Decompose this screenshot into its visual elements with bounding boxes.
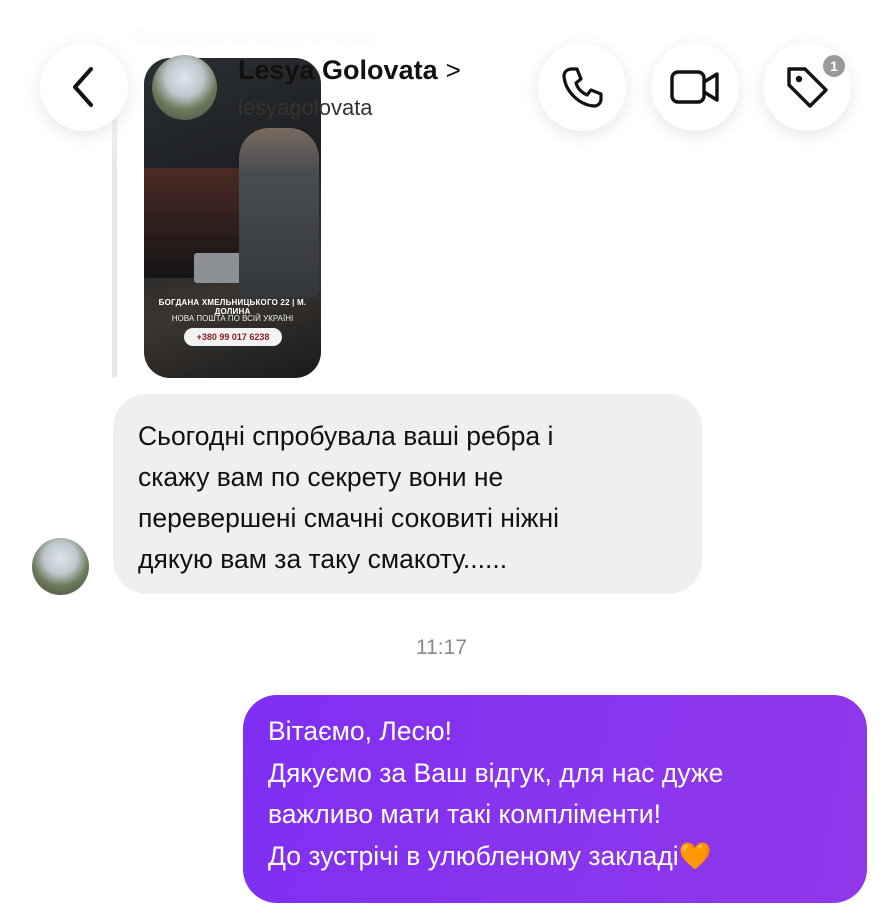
video-call-button[interactable] [651, 43, 739, 131]
profile-name: Lesya Golovata [238, 55, 438, 85]
profile-name-link[interactable]: Lesya Golovata > [238, 55, 461, 86]
incoming-message-line: дякую вам за таку смакоту...... [138, 544, 508, 574]
story-delivery: НОВА ПОШТА ПО ВСІЙ УКРАЇНІ [171, 314, 294, 323]
tag-button[interactable]: 1 [763, 43, 851, 131]
back-button[interactable] [40, 43, 128, 131]
sender-avatar[interactable] [32, 538, 89, 595]
phone-icon [562, 67, 603, 108]
tag-badge: 1 [823, 55, 845, 77]
call-button[interactable] [538, 43, 626, 131]
back-chevron-icon [73, 67, 93, 107]
reply-context-label: Відповідь на вашу історію [135, 26, 376, 48]
profile-avatar[interactable] [152, 55, 217, 120]
outgoing-message-line: Вітаємо, Лесю! [268, 716, 452, 746]
incoming-message-line: скажу вам по секрету вони не [138, 462, 504, 492]
profile-handle: lesyagolovata [238, 95, 373, 120]
outgoing-message-line: важливо мати такі компліменти! [268, 799, 661, 829]
incoming-message-line: перевершені смачні соковиті ніжні [138, 503, 559, 533]
incoming-message-bubble[interactable]: Сьогодні спробувала ваші ребра і скажу в… [113, 394, 702, 594]
outgoing-message-line: До зустрічі в улюбленому закладі🧡 [268, 840, 712, 871]
story-image-person [239, 128, 319, 298]
message-timestamp: 11:17 [416, 636, 467, 659]
incoming-message-line: Сьогодні спробувала ваші ребра і [138, 421, 554, 451]
outgoing-message-line: Дякуємо за Ваш відгук, для нас дуже [268, 757, 724, 788]
chevron-right-icon: > [445, 55, 461, 85]
outgoing-message-bubble[interactable]: Вітаємо, Лесю! Дякуємо за Ваш відгук, дл… [243, 695, 867, 903]
story-phone: +380 99 017 6238 [184, 328, 282, 346]
video-camera-icon [670, 70, 719, 104]
